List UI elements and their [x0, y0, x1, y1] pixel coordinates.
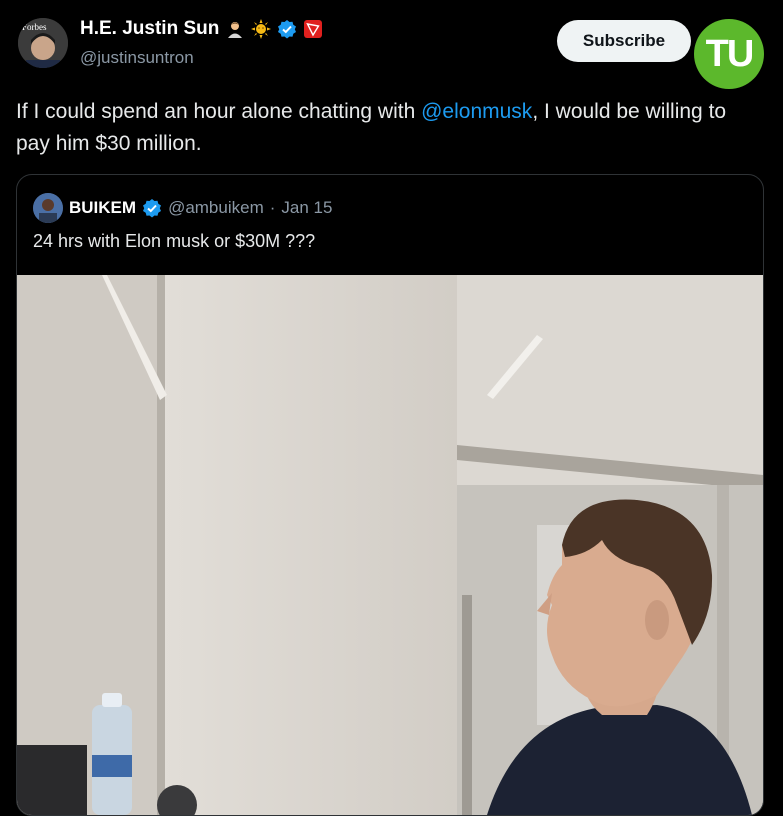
quoted-date[interactable]: Jan 15 — [281, 198, 332, 218]
quoted-avatar[interactable] — [33, 193, 63, 223]
quoted-photo[interactable] — [17, 275, 763, 815]
tweet-text: If I could spend an hour alone chatting … — [16, 96, 756, 160]
mention-link[interactable]: @elonmusk — [421, 100, 532, 123]
author-display-name[interactable]: H.E. Justin Sun — [80, 18, 219, 40]
verified-icon — [278, 20, 297, 39]
quoted-text: 24 hrs with Elon musk or $30M ??? — [33, 231, 316, 251]
tu-logo: TU — [694, 19, 764, 89]
tweet-text-before: If I could spend an hour alone chatting … — [16, 100, 422, 123]
quoted-avatar-image — [33, 193, 63, 223]
quoted-handle[interactable]: @ambuikem — [168, 198, 264, 218]
avatar-image: Forbes — [18, 18, 68, 68]
avatar-forbes-text: Forbes — [22, 22, 47, 32]
quoted-verified-icon — [143, 199, 162, 218]
quoted-tweet[interactable]: BUIKEM @ambuikem · Jan 15 24 hrs with El… — [16, 174, 764, 816]
author-avatar[interactable]: Forbes — [18, 18, 68, 68]
quoted-display-name[interactable]: BUIKEM — [69, 198, 136, 218]
tron-icon — [304, 20, 323, 38]
person-emoji-icon — [228, 22, 243, 38]
subscribe-button[interactable]: Subscribe — [557, 20, 691, 62]
quoted-separator: · — [269, 198, 276, 217]
author-handle[interactable]: @justinsuntron — [80, 48, 194, 68]
author-name-row: H.E. Justin Sun — [80, 18, 323, 40]
tweet-header: Forbes H.E. Justin Sun @justinsuntron Su… — [0, 0, 783, 90]
sun-emoji-icon — [251, 19, 272, 39]
quoted-header: BUIKEM @ambuikem · Jan 15 — [33, 193, 332, 223]
photo-office-man-icon — [17, 275, 763, 815]
